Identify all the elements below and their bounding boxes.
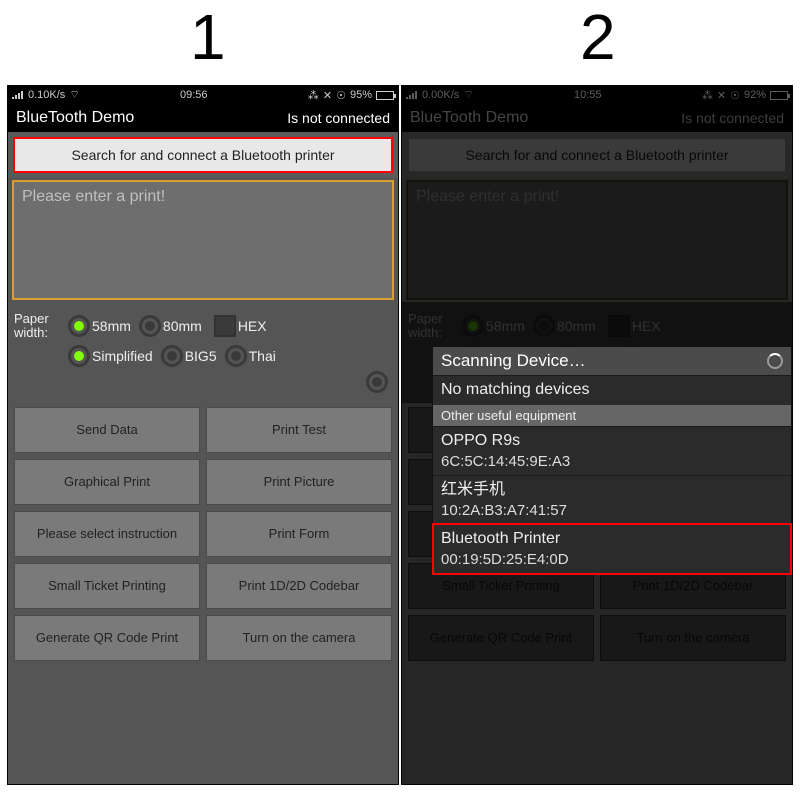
radio-58mm[interactable] — [68, 315, 90, 337]
connection-status: Is not connected — [287, 110, 390, 126]
other-equipment-header: Other useful equipment — [433, 405, 791, 426]
device-name: 红米手机 — [441, 480, 783, 501]
camera-button[interactable]: Turn on the camera — [600, 615, 786, 661]
radio-extra[interactable] — [366, 371, 388, 393]
clock: 10:55 — [474, 89, 702, 101]
device-item-printer[interactable]: Bluetooth Printer 00:19:5D:25:E4:0D — [433, 524, 791, 573]
device-mac: 00:19:5D:25:E4:0D — [441, 550, 783, 570]
radio-58mm[interactable] — [462, 315, 484, 337]
print-form-button[interactable]: Print Form — [206, 511, 392, 557]
small-ticket-button[interactable]: Small Ticket Printing — [14, 563, 200, 609]
signal-icon — [12, 91, 24, 99]
radio-thai-label: Thai — [249, 348, 276, 364]
wifi-icon: ⌔ — [69, 88, 79, 102]
app-title: BlueTooth Demo — [410, 109, 528, 127]
print-picture-button[interactable]: Print Picture — [206, 459, 392, 505]
step-label-1: 1 — [190, 0, 226, 74]
hex-label: HEX — [238, 318, 267, 334]
radio-80mm[interactable] — [139, 315, 161, 337]
radio-58mm-label: 58mm — [92, 318, 131, 334]
radio-big5[interactable] — [161, 345, 183, 367]
wifi-icon: ⌔ — [463, 88, 473, 102]
bluetooth-icon: ⁂ — [308, 89, 319, 102]
camera-button[interactable]: Turn on the camera — [206, 615, 392, 661]
qr-button[interactable]: Generate QR Code Print — [408, 615, 594, 661]
screenshot-2: 0.00K/s ⌔ 10:55 ⁂ ✕ ☉ 92% BlueTooth Demo… — [401, 85, 793, 785]
codebar-button[interactable]: Print 1D/2D Codebar — [206, 563, 392, 609]
mute-icon: ✕ — [323, 89, 332, 102]
print-test-button[interactable]: Print Test — [206, 407, 392, 453]
print-text-input[interactable]: Please enter a print! — [12, 180, 394, 300]
radio-80mm-label: 80mm — [163, 318, 202, 334]
graphical-print-button[interactable]: Graphical Print — [14, 459, 200, 505]
signal-icon — [406, 91, 418, 99]
clock: 09:56 — [80, 89, 308, 101]
paper-width-label: Paper width: — [14, 312, 66, 341]
battery-icon — [770, 91, 788, 100]
radio-simplified-label: Simplified — [92, 348, 153, 364]
device-mac: 10:2A:B3:A7:41:57 — [441, 501, 783, 521]
data-rate: 0.10K/s — [28, 89, 65, 101]
alarm-icon: ☉ — [730, 89, 740, 102]
search-connect-button[interactable]: Search for and connect a Bluetooth print… — [14, 138, 392, 172]
step-label-2: 2 — [580, 0, 616, 74]
scan-popup-title: Scanning Device… — [433, 347, 791, 375]
device-name: Bluetooth Printer — [441, 529, 783, 550]
battery-icon — [376, 91, 394, 100]
bluetooth-icon: ⁂ — [702, 89, 713, 102]
send-data-button[interactable]: Send Data — [14, 407, 200, 453]
hex-checkbox[interactable] — [214, 315, 236, 337]
radio-simplified[interactable] — [68, 345, 90, 367]
options-panel: Paper width: 58mm 80mm HEX Simplified BI… — [8, 302, 398, 403]
print-text-input[interactable]: Please enter a print! — [406, 180, 788, 300]
no-matching-devices: No matching devices — [433, 375, 791, 405]
mute-icon: ✕ — [717, 89, 726, 102]
battery-pct: 95% — [350, 89, 372, 101]
screenshot-1: 0.10K/s ⌔ 09:56 ⁂ ✕ ☉ 95% BlueTooth Demo… — [7, 85, 399, 785]
action-grid: Send Data Print Test Graphical Print Pri… — [8, 403, 398, 665]
device-name: OPPO R9s — [441, 431, 783, 452]
radio-big5-label: BIG5 — [185, 348, 217, 364]
device-item[interactable]: 红米手机 10:2A:B3:A7:41:57 — [433, 475, 791, 524]
hex-checkbox[interactable] — [608, 315, 630, 337]
battery-pct: 92% — [744, 89, 766, 101]
app-titlebar: BlueTooth Demo Is not connected — [8, 104, 398, 132]
status-bar: 0.10K/s ⌔ 09:56 ⁂ ✕ ☉ 95% — [8, 86, 398, 104]
spinner-icon — [767, 353, 783, 369]
device-mac: 6C:5C:14:45:9E:A3 — [441, 452, 783, 472]
qr-button[interactable]: Generate QR Code Print — [14, 615, 200, 661]
search-connect-button[interactable]: Search for and connect a Bluetooth print… — [408, 138, 786, 172]
radio-thai[interactable] — [225, 345, 247, 367]
scan-popup: Scanning Device… No matching devices Oth… — [432, 346, 792, 575]
device-item[interactable]: OPPO R9s 6C:5C:14:45:9E:A3 — [433, 426, 791, 475]
select-instruction-button[interactable]: Please select instruction — [14, 511, 200, 557]
status-bar: 0.00K/s ⌔ 10:55 ⁂ ✕ ☉ 92% — [402, 86, 792, 104]
connection-status: Is not connected — [681, 110, 784, 126]
paper-width-label: Paper width: — [408, 312, 460, 341]
data-rate: 0.00K/s — [422, 89, 459, 101]
app-titlebar: BlueTooth Demo Is not connected — [402, 104, 792, 132]
app-title: BlueTooth Demo — [16, 109, 134, 127]
radio-80mm[interactable] — [533, 315, 555, 337]
alarm-icon: ☉ — [336, 89, 346, 102]
